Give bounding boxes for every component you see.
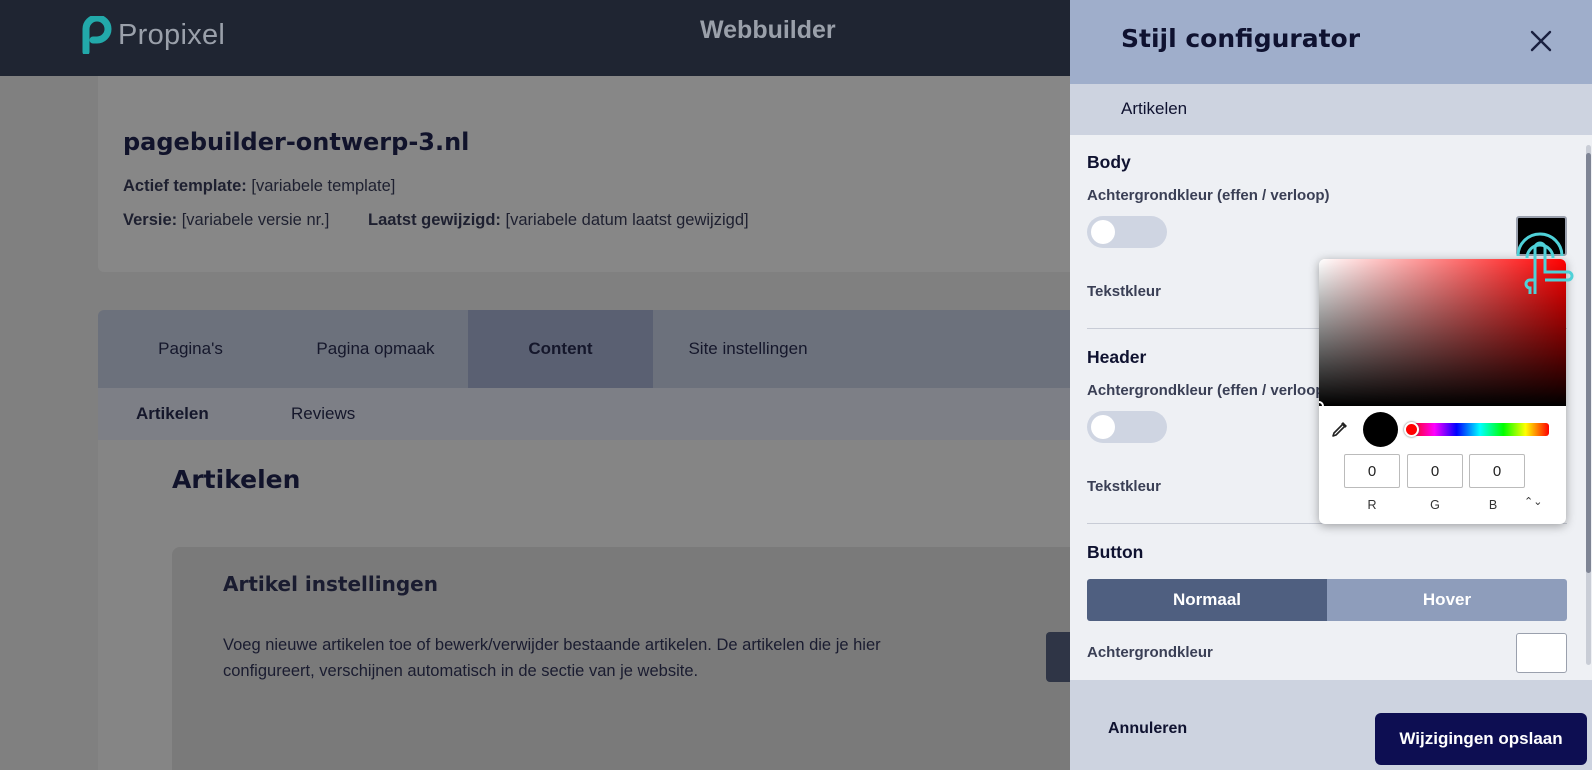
button-bg-color-swatch[interactable] xyxy=(1516,633,1567,673)
logo-mark-icon xyxy=(82,16,112,54)
saturation-handle[interactable] xyxy=(1319,401,1324,411)
green-label: G xyxy=(1430,498,1440,512)
format-toggle-icon[interactable]: ⌃⌄ xyxy=(1524,495,1542,508)
body-bg-gradient-toggle[interactable] xyxy=(1087,216,1167,248)
header-bg-gradient-toggle[interactable] xyxy=(1087,411,1167,443)
panel-subheader-label: Artikelen xyxy=(1121,99,1188,118)
tab-content[interactable]: Content xyxy=(468,310,653,388)
logo[interactable]: Propixel xyxy=(82,16,225,54)
tab-pagina-opmaak[interactable]: Pagina opmaak xyxy=(283,310,468,388)
scrollbar-thumb[interactable] xyxy=(1586,153,1591,573)
blue-label: B xyxy=(1488,498,1498,512)
header-text-color-label: Tekstkleur xyxy=(1087,478,1161,495)
content-title: Artikelen xyxy=(172,465,301,494)
panel-header: Stijl configurator xyxy=(1070,0,1592,84)
tab-site-instellingen[interactable]: Site instellingen xyxy=(653,310,843,388)
toggle-knob xyxy=(1091,220,1115,244)
close-icon[interactable] xyxy=(1528,28,1554,54)
button-section-title: Button xyxy=(1087,542,1144,562)
version-value: [variabele versie nr.] xyxy=(181,211,330,229)
color-preview xyxy=(1363,412,1398,447)
modified-label: Laatst gewijzigd: xyxy=(368,211,501,229)
panel-scrollbar[interactable] xyxy=(1586,145,1591,665)
site-info-card xyxy=(98,76,1078,272)
article-settings-description: Voeg nieuwe artikelen toe of bewerk/verw… xyxy=(223,636,881,680)
body-bg-label: Achtergrondkleur (effen / verloop) xyxy=(1087,187,1330,204)
version-label: Versie: xyxy=(123,211,178,229)
app-title: Webbuilder xyxy=(700,16,836,44)
main-tabs: Pagina's Pagina opmaak Content Site inst… xyxy=(98,310,1078,388)
button-state-switch: Normaal Hover xyxy=(1087,579,1567,621)
template-value: [variabele template] xyxy=(251,177,396,195)
green-input[interactable]: 0 xyxy=(1407,454,1463,488)
logo-text: Propixel xyxy=(118,18,226,51)
hue-slider[interactable] xyxy=(1411,423,1549,436)
header-section-title: Header xyxy=(1087,347,1147,367)
template-row: Actief template: [variabele template] xyxy=(123,177,395,196)
panel-subheader: Artikelen xyxy=(1070,84,1592,135)
modified-value: [variabele datum laatst gewijzigd] xyxy=(505,211,749,229)
panel-title: Stijl configurator xyxy=(1121,24,1361,53)
tap-hand-icon xyxy=(1516,232,1574,294)
toggle-knob xyxy=(1091,415,1115,439)
article-settings-title: Artikel instellingen xyxy=(223,572,438,596)
template-label: Actief template: xyxy=(123,177,247,195)
cancel-button[interactable]: Annuleren xyxy=(1108,720,1187,738)
red-label: R xyxy=(1367,498,1377,512)
subtab-artikelen[interactable]: Artikelen xyxy=(136,404,209,424)
hue-slider-handle[interactable] xyxy=(1404,422,1419,437)
body-text-color-label: Tekstkleur xyxy=(1087,283,1161,300)
save-changes-button[interactable]: Wijzigingen opslaan xyxy=(1375,713,1587,765)
blue-input[interactable]: 0 xyxy=(1469,454,1525,488)
modified-row: Laatst gewijzigd: [variabele datum laats… xyxy=(368,211,749,230)
sub-tabs: Artikelen Reviews xyxy=(98,388,1078,440)
version-row: Versie: [variabele versie nr.] xyxy=(123,211,329,230)
state-normal-button[interactable]: Normaal xyxy=(1087,579,1327,621)
eyedropper-icon[interactable] xyxy=(1331,420,1349,438)
state-hover-button[interactable]: Hover xyxy=(1327,579,1567,621)
site-name: pagebuilder-ontwerp-3.nl xyxy=(123,128,470,156)
subtab-reviews[interactable]: Reviews xyxy=(291,404,355,424)
red-input[interactable]: 0 xyxy=(1344,454,1400,488)
button-bg-label: Achtergrondkleur xyxy=(1087,644,1213,661)
header-bg-label: Achtergrondkleur (effen / verloop) xyxy=(1087,382,1330,399)
body-section-title: Body xyxy=(1087,152,1131,172)
panel-footer: Annuleren Wijzigingen opslaan xyxy=(1070,680,1592,770)
tab-paginas[interactable]: Pagina's xyxy=(98,310,283,388)
